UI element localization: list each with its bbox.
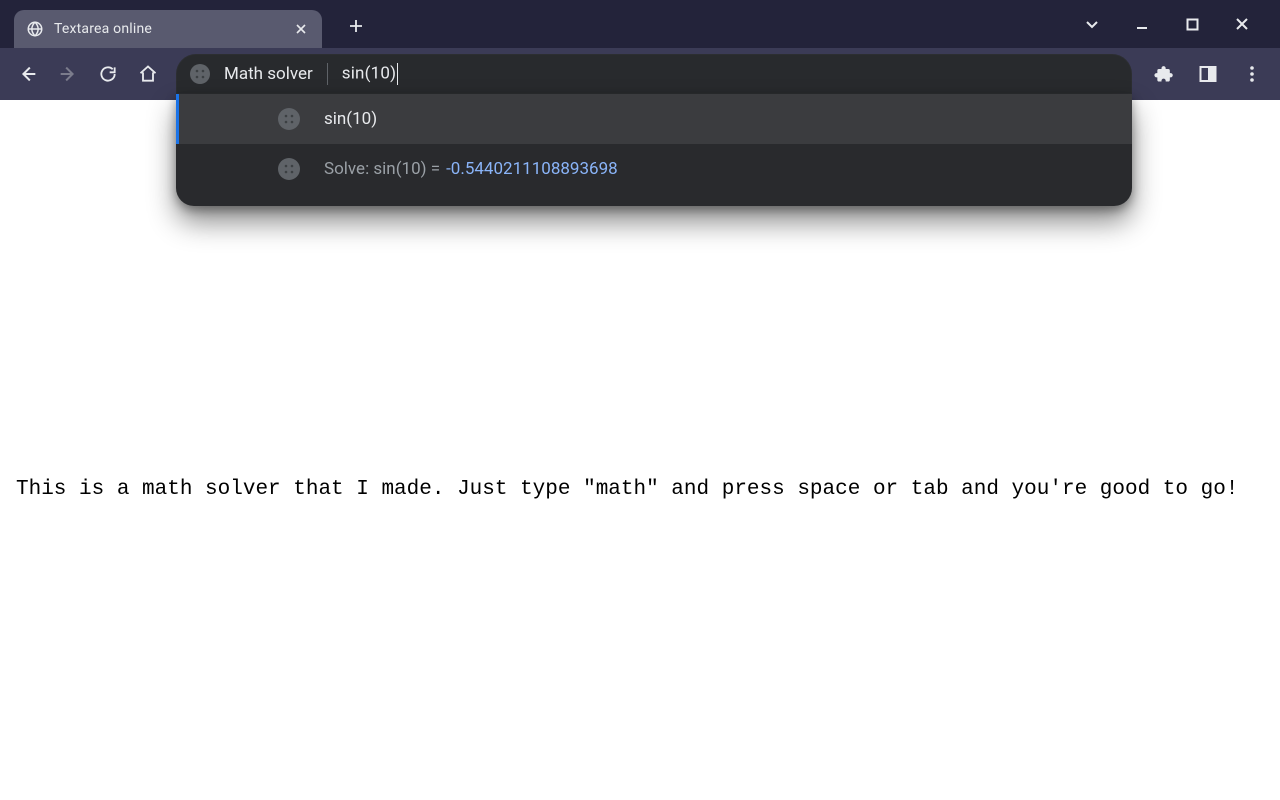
extensions-button[interactable] xyxy=(1146,56,1182,92)
extension-icon xyxy=(278,108,300,130)
home-button[interactable] xyxy=(130,56,166,92)
suggestion-answer: -0.5440211108893698 xyxy=(446,159,618,179)
toolbar-right-icons xyxy=(1142,56,1270,92)
window-close-button[interactable] xyxy=(1230,12,1254,36)
browser-menu-button[interactable] xyxy=(1234,56,1270,92)
tab-strip: Textarea online xyxy=(0,0,1280,48)
omnibox-suggestions-dropdown: sin(10) Solve: sin(10) = -0.544021110889… xyxy=(176,94,1132,206)
suggestion-text: sin(10) xyxy=(324,109,377,129)
tab-title: Textarea online xyxy=(54,21,282,37)
browser-toolbar: Math solver sin(10) sin(10) Solve: sin xyxy=(0,48,1280,100)
omnibox-suggestion[interactable]: Solve: sin(10) = -0.5440211108893698 xyxy=(176,144,1132,194)
nav-back-button[interactable] xyxy=(10,56,46,92)
nav-forward-button[interactable] xyxy=(50,56,86,92)
omnibox-query-text: sin(10) xyxy=(342,63,397,83)
browser-tab[interactable]: Textarea online xyxy=(14,10,322,48)
window-controls xyxy=(1080,0,1274,48)
page-body-text[interactable]: This is a math solver that I made. Just … xyxy=(16,476,1264,504)
globe-icon xyxy=(26,20,44,38)
omnibox-container: Math solver sin(10) sin(10) Solve: sin xyxy=(176,54,1132,94)
omnibox[interactable]: Math solver sin(10) xyxy=(176,54,1132,94)
new-tab-button[interactable] xyxy=(340,10,372,42)
suggestion-prefix: Solve: sin(10) = xyxy=(324,159,440,179)
window-maximize-button[interactable] xyxy=(1180,12,1204,36)
extension-icon xyxy=(190,64,210,84)
browser-window: Textarea online xyxy=(0,0,1280,800)
omnibox-separator xyxy=(327,63,328,85)
reload-button[interactable] xyxy=(90,56,126,92)
omnibox-input[interactable]: sin(10) xyxy=(342,63,1118,85)
side-panel-button[interactable] xyxy=(1190,56,1226,92)
omnibox-suggestion[interactable]: sin(10) xyxy=(176,94,1132,144)
window-minimize-button[interactable] xyxy=(1130,12,1154,36)
extension-icon xyxy=(278,158,300,180)
text-cursor xyxy=(397,63,398,85)
tab-close-button[interactable] xyxy=(292,20,310,38)
omnibox-keyword-chip: Math solver xyxy=(224,64,313,84)
tab-search-button[interactable] xyxy=(1080,12,1104,36)
